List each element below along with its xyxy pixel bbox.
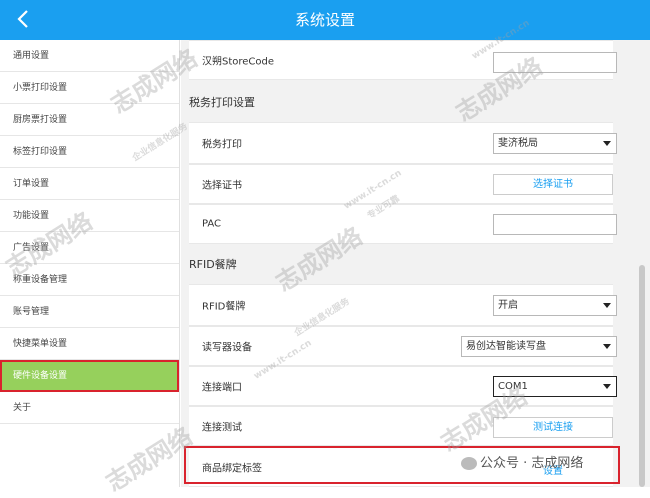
port-select[interactable]: COM1 [493,376,617,397]
reader-value: 易创达智能读写盘 [466,341,546,352]
reader-row: 读写器设备 易创达智能读写盘 [189,326,617,366]
sidebar-item-order[interactable]: 订单设置 [0,168,179,200]
settings-sidebar: 通用设置 小票打印设置 厨房票打设置 标签打印设置 订单设置 功能设置 广告设置… [0,40,180,487]
content-scrollbar[interactable] [639,265,645,487]
tax-section-title: 税务打印设置 [189,96,255,109]
pac-row: PAC [189,204,617,244]
store-code-row: 汉朔StoreCode [189,40,617,80]
cert-row: 选择证书 选择证书 [189,164,613,204]
sidebar-item-kitchen-print[interactable]: 厨房票打设置 [0,104,179,136]
test-row: 连接测试 测试连接 [189,406,613,446]
store-code-label: 汉朔StoreCode [202,56,275,68]
sidebar-item-label-print[interactable]: 标签打印设置 [0,136,179,168]
test-connection-button[interactable]: 测试连接 [493,417,613,438]
caret-down-icon [603,303,611,308]
sidebar-item-general[interactable]: 通用设置 [0,40,179,72]
port-label: 连接端口 [202,382,242,394]
settings-content: 汉朔StoreCode 税务打印设置 税务打印 斐济税局 选择证书 选择证书 P… [181,40,650,487]
wechat-watermark: 公众号 · 志成网络 [461,452,583,471]
reader-select[interactable]: 易创达智能读写盘 [461,336,617,357]
rfid-select[interactable]: 开启 [493,295,617,316]
select-cert-button[interactable]: 选择证书 [493,174,613,195]
pac-label: PAC [202,218,222,230]
store-code-input[interactable] [493,52,617,73]
rfid-row: RFID餐牌 开启 [189,284,617,326]
page-title: 系统设置 [294,11,355,29]
caret-down-icon [603,344,611,349]
sidebar-item-account[interactable]: 账号管理 [0,296,179,328]
wechat-icon [461,457,477,470]
sidebar-item-ads[interactable]: 广告设置 [0,232,179,264]
test-label: 连接测试 [202,422,242,434]
tax-print-select[interactable]: 斐济税局 [493,133,617,154]
sidebar-item-about[interactable]: 关于 [0,392,179,424]
tax-print-label: 税务打印 [202,139,242,151]
sidebar-item-quick-menu[interactable]: 快捷菜单设置 [0,328,179,360]
reader-label: 读写器设备 [202,342,252,354]
port-row: 连接端口 COM1 [189,366,617,406]
caret-down-icon [603,141,611,146]
pac-input[interactable] [493,214,617,235]
caret-down-icon [603,384,611,389]
sidebar-item-receipt-print[interactable]: 小票打印设置 [0,72,179,104]
sidebar-item-hardware[interactable]: 硬件设备设置 [0,360,179,392]
tax-print-value: 斐济税局 [498,138,538,149]
tax-print-row: 税务打印 斐济税局 [189,122,617,164]
sidebar-item-function[interactable]: 功能设置 [0,200,179,232]
sidebar-item-weighing[interactable]: 称重设备管理 [0,264,179,296]
app-header: 系统设置 [0,0,650,40]
rfid-value: 开启 [498,300,518,311]
port-value: COM1 [498,381,528,392]
rfid-section-title: RFID餐牌 [189,258,237,271]
cert-label: 选择证书 [202,180,242,192]
wechat-text: 公众号 · 志成网络 [480,456,584,471]
rfid-label: RFID餐牌 [202,301,246,313]
